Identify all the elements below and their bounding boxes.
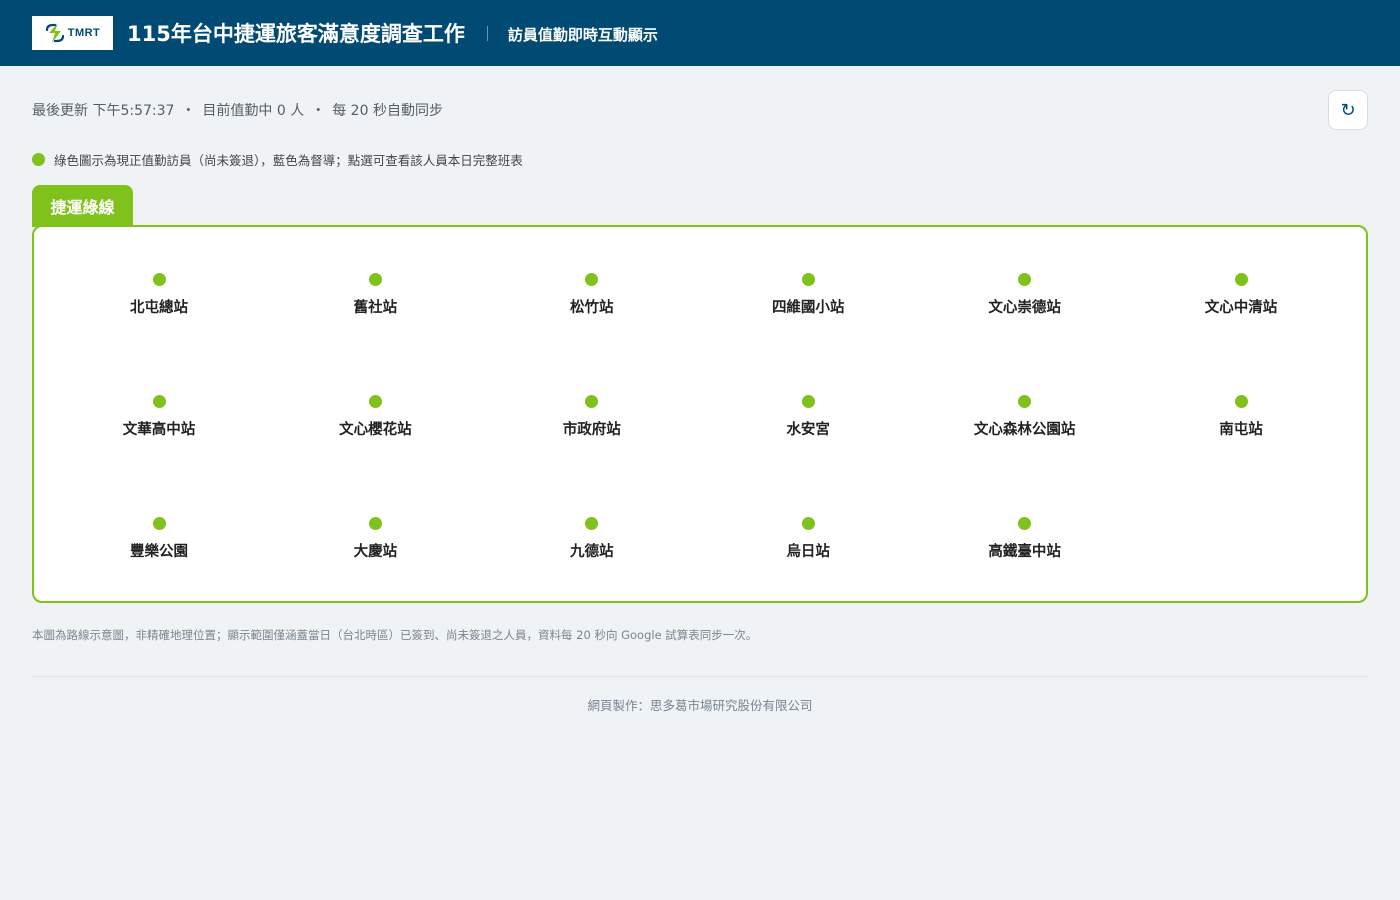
station-dot-icon bbox=[801, 517, 815, 530]
refresh-icon: ↻ bbox=[1340, 99, 1356, 121]
legend: 綠色圖示為現正值勤訪員（尚未簽退），藍色為督導；點選可查看該人員本日完整班表 bbox=[32, 150, 523, 169]
footnote: 本圖為路線示意圖，非精確地理位置；顯示範圍僅涵蓋當日（台北時區）已簽到、尚未簽退… bbox=[32, 628, 758, 642]
station-dot-icon bbox=[1018, 517, 1032, 530]
status-separator: ・ bbox=[311, 103, 326, 119]
station-dot-icon bbox=[152, 395, 166, 408]
station-name: 高鐵臺中站 bbox=[988, 544, 1061, 560]
station-name: 九德站 bbox=[570, 544, 614, 560]
station-dot-icon bbox=[368, 273, 382, 286]
page-subtitle: 訪員值勤即時互動顯示 bbox=[507, 26, 658, 44]
last-updated-text: 最後更新 下午5:57:37 bbox=[32, 103, 175, 119]
green-line-map-panel: 北屯總站 舊社站 松竹站 四維國小站 文心崇德站 文心中清站文華高中站 文心櫻花站 市政府站 水… bbox=[32, 225, 1368, 603]
station-dot-icon bbox=[1018, 395, 1032, 408]
station-name: 文心崇德站 bbox=[988, 300, 1061, 316]
station-marker[interactable]: 市政府站 bbox=[492, 395, 692, 439]
station-name: 水安宮 bbox=[786, 422, 830, 438]
station-dot-icon bbox=[368, 395, 382, 408]
station-marker[interactable]: 四維國小站 bbox=[708, 273, 908, 317]
station-marker[interactable]: 北屯總站 bbox=[59, 273, 259, 317]
footer-divider bbox=[32, 676, 1368, 677]
station-dot-icon bbox=[368, 517, 382, 530]
station-marker[interactable]: 南屯站 bbox=[1141, 395, 1341, 439]
station-marker[interactable]: 大慶站 bbox=[275, 517, 475, 561]
station-dot-icon bbox=[152, 273, 166, 286]
station-name: 文華高中站 bbox=[122, 422, 196, 438]
page-title: 115年台中捷運旅客滿意度調查工作 bbox=[127, 22, 465, 46]
station-dot-icon bbox=[585, 517, 599, 530]
station-marker[interactable]: 文華高中站 bbox=[59, 395, 259, 439]
station-name: 四維國小站 bbox=[771, 300, 845, 316]
status-separator: ・ bbox=[181, 103, 196, 119]
credit-text: 網頁製作：思多葛市場研究股份有限公司 bbox=[587, 698, 813, 713]
station-marker[interactable]: 舊社站 bbox=[275, 273, 475, 317]
station-dot-icon bbox=[801, 273, 815, 286]
station-name: 松竹站 bbox=[570, 300, 614, 316]
tmrt-logo-icon bbox=[45, 23, 64, 43]
station-dot-icon bbox=[1234, 273, 1248, 286]
station-dot-icon bbox=[1018, 273, 1032, 286]
station-marker[interactable]: 烏日站 bbox=[708, 517, 908, 561]
station-dot-icon bbox=[1234, 395, 1248, 408]
station-name: 文心森林公園站 bbox=[973, 422, 1076, 438]
legend-text: 綠色圖示為現正值勤訪員（尚未簽退），藍色為督導；點選可查看該人員本日完整班表 bbox=[54, 153, 523, 168]
title-divider bbox=[486, 25, 488, 41]
status-row: 最後更新 下午5:57:37 ・目前值勤中 0 人・每 20 秒自動同步 bbox=[32, 100, 443, 120]
station-name: 文心中清站 bbox=[1204, 300, 1278, 316]
sync-interval-text: 每 20 秒自動同步 bbox=[332, 103, 443, 119]
station-marker[interactable]: 文心櫻花站 bbox=[275, 395, 475, 439]
station-dot-icon bbox=[585, 273, 599, 286]
on-duty-count: 目前值勤中 0 人 bbox=[202, 103, 305, 119]
refresh-button[interactable]: ↻ bbox=[1328, 90, 1368, 130]
station-marker[interactable]: 文心森林公園站 bbox=[925, 395, 1125, 439]
station-dot-icon bbox=[585, 395, 599, 408]
station-dot-icon bbox=[152, 517, 166, 530]
station-name: 北屯總站 bbox=[130, 300, 188, 316]
station-marker[interactable]: 高鐵臺中站 bbox=[925, 517, 1125, 561]
station-name: 烏日站 bbox=[786, 544, 830, 560]
station-dot-icon bbox=[801, 395, 815, 408]
station-name: 南屯站 bbox=[1219, 422, 1263, 438]
station-name: 文心櫻花站 bbox=[339, 422, 412, 438]
station-name: 市政府站 bbox=[562, 422, 621, 438]
station-marker[interactable]: 松竹站 bbox=[492, 273, 692, 317]
app-header: TMRT 115年台中捷運旅客滿意度調查工作 訪員值勤即時互動顯示 bbox=[0, 0, 1400, 66]
station-marker[interactable]: 九德站 bbox=[492, 517, 692, 561]
station-marker[interactable]: 文心崇德站 bbox=[925, 273, 1125, 317]
legend-green-dot-icon bbox=[32, 153, 45, 166]
station-name: 大慶站 bbox=[353, 544, 398, 560]
station-marker[interactable]: 文心中清站 bbox=[1141, 273, 1341, 317]
station-name: 舊社站 bbox=[353, 300, 398, 316]
station-name: 豐樂公園 bbox=[130, 544, 188, 560]
tmrt-logo: TMRT bbox=[32, 16, 113, 50]
logo-text: TMRT bbox=[67, 27, 101, 39]
station-marker[interactable]: 水安宮 bbox=[708, 395, 908, 439]
station-marker[interactable]: 豐樂公園 bbox=[59, 517, 259, 561]
tab-green-line[interactable]: 捷運綠線 bbox=[32, 185, 133, 227]
